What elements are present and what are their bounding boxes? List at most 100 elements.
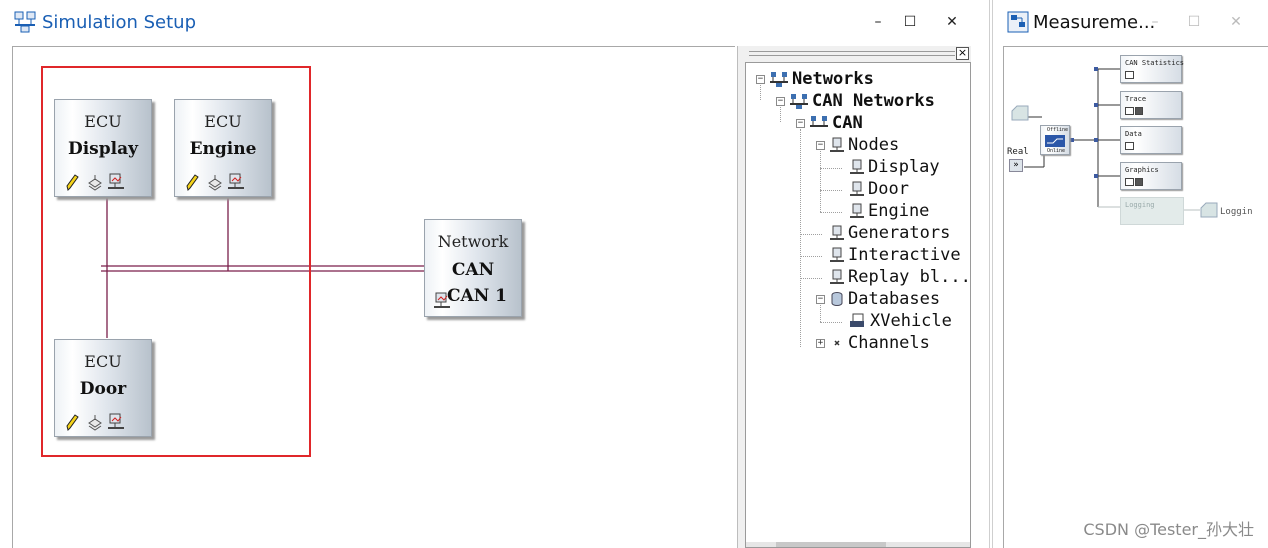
- block-title: Logging: [1125, 201, 1155, 209]
- network-can-block[interactable]: Network CAN CAN 1: [424, 219, 522, 317]
- tree-label: CAN: [832, 113, 863, 133]
- tree-item-generators[interactable]: Generators: [830, 222, 950, 244]
- ecu-engine-block[interactable]: ECU Engine: [174, 99, 272, 197]
- expand-databases[interactable]: −: [816, 295, 825, 304]
- ecu-display-block[interactable]: ECU Display: [54, 99, 152, 197]
- can-statistics-block[interactable]: CAN Statistics: [1120, 55, 1184, 83]
- network-tree[interactable]: − − − − − + Networks CAN Networks CAN No…: [745, 62, 971, 548]
- meas-window-title: Measureme...: [1033, 12, 1156, 33]
- tree-item-can[interactable]: CAN: [810, 112, 863, 134]
- tree-item-networks[interactable]: Networks: [770, 68, 874, 90]
- real-label: Real: [1007, 147, 1029, 157]
- network-setup-icon: [14, 11, 36, 33]
- graphics-block[interactable]: Graphics: [1120, 162, 1182, 190]
- scrollbar-thumb[interactable]: [776, 542, 886, 547]
- node-icon: [830, 137, 844, 152]
- measurement-connections: [1024, 67, 1200, 211]
- tree-label: Nodes: [848, 135, 900, 155]
- tree-item-can-networks[interactable]: CAN Networks: [790, 90, 935, 112]
- ecu-name-label: Display: [67, 139, 138, 159]
- offline-source-icon: [1011, 105, 1029, 121]
- window-icon: [1125, 107, 1134, 115]
- expand-networks[interactable]: −: [756, 75, 765, 84]
- ecu-door-block[interactable]: ECU Door: [54, 339, 152, 437]
- ecu-name-label: Engine: [189, 139, 257, 159]
- expand-channels[interactable]: +: [816, 339, 825, 348]
- sim-titlebar[interactable]: Simulation Setup – ☐ ✕: [0, 0, 989, 46]
- pencil-icon[interactable]: [185, 173, 199, 191]
- measurement-setup-window: Measureme... – ☐ ✕ Offline Online Real »…: [992, 0, 1268, 548]
- close-button[interactable]: ✕: [940, 10, 964, 34]
- ecu-type-label: ECU: [204, 112, 242, 131]
- node-network-icon[interactable]: [227, 173, 245, 191]
- expand-nodes[interactable]: −: [816, 141, 825, 150]
- node-network-icon[interactable]: [107, 413, 125, 431]
- tree-item-node-engine[interactable]: Engine: [850, 200, 929, 222]
- meas-titlebar[interactable]: Measureme... – ☐ ✕: [993, 0, 1268, 46]
- tree-panel-header[interactable]: ×: [743, 46, 971, 61]
- tree-label: XVehicle: [870, 311, 952, 331]
- expand-can[interactable]: −: [796, 119, 805, 128]
- expand-can-networks[interactable]: −: [776, 97, 785, 106]
- database-icon: [831, 292, 843, 306]
- tree-label: Databases: [848, 289, 941, 309]
- can-networks-icon: [790, 94, 808, 109]
- measurement-canvas[interactable]: Offline Online Real » CAN Statistics Tra…: [1003, 46, 1268, 548]
- tree-label: CAN Networks: [812, 91, 935, 111]
- tree-item-interactive[interactable]: Interactive: [830, 244, 961, 266]
- tree-item-db-xvehicle[interactable]: XVehicle: [850, 310, 952, 332]
- logging-file-label: Loggin: [1220, 207, 1253, 217]
- online-label: Online: [1047, 148, 1066, 154]
- tree-item-databases[interactable]: Databases: [830, 288, 940, 310]
- tree-item-node-door[interactable]: Door: [850, 178, 909, 200]
- window-icon: [1125, 178, 1134, 186]
- network-bus-label: CAN: [451, 260, 495, 280]
- tree-close-button[interactable]: ×: [956, 47, 969, 60]
- trace-block[interactable]: Trace: [1120, 91, 1182, 119]
- data-block[interactable]: Data: [1120, 126, 1182, 154]
- meas-minimize-button[interactable]: –: [1143, 10, 1167, 34]
- tree-horizontal-scrollbar[interactable]: [746, 542, 970, 547]
- tree-label: Display: [868, 157, 940, 177]
- switch-icon: [1045, 135, 1065, 147]
- online-offline-switch[interactable]: Offline Online: [1040, 125, 1070, 155]
- networks-icon: [770, 72, 788, 87]
- maximize-button[interactable]: ☐: [898, 10, 922, 34]
- config-icon: [1135, 107, 1143, 115]
- tree-label: Engine: [868, 201, 930, 221]
- panel-grip[interactable]: [749, 51, 955, 56]
- tree-item-channels[interactable]: Channels: [830, 332, 930, 354]
- pencil-icon[interactable]: [65, 173, 79, 191]
- tree-label: Generators: [848, 223, 951, 243]
- simulation-canvas[interactable]: ECU Display ECU Engine ECU Door Network …: [12, 46, 735, 548]
- meas-close-button[interactable]: ✕: [1224, 10, 1248, 34]
- meas-maximize-button[interactable]: ☐: [1182, 10, 1206, 34]
- dbc-file-icon: [850, 313, 864, 327]
- offline-label: Offline: [1047, 127, 1069, 133]
- channels-icon: [834, 340, 840, 346]
- stack-icon[interactable]: [87, 413, 103, 431]
- ecu-type-label: ECU: [84, 112, 122, 131]
- can-bus-icon: [810, 116, 828, 127]
- real-mode-button[interactable]: »: [1009, 159, 1023, 172]
- tree-item-nodes[interactable]: Nodes: [830, 134, 899, 156]
- minimize-button[interactable]: –: [866, 10, 890, 34]
- network-channel-label: CAN 1: [447, 286, 508, 306]
- tree-label: Networks: [792, 69, 874, 89]
- stack-icon[interactable]: [207, 173, 223, 191]
- node-network-icon[interactable]: [107, 173, 125, 191]
- tree-label: Channels: [848, 333, 930, 353]
- block-title: Data: [1125, 130, 1142, 138]
- window-icon: [1125, 142, 1134, 150]
- tree-item-node-display[interactable]: Display: [850, 156, 940, 178]
- network-type-label: Network: [437, 232, 509, 251]
- stack-icon[interactable]: [87, 173, 103, 191]
- pencil-icon[interactable]: [65, 413, 79, 431]
- tree-label: Replay bl...: [848, 267, 971, 287]
- tree-label: Interactive: [848, 245, 961, 265]
- tree-item-replay[interactable]: Replay bl...: [830, 266, 971, 288]
- logging-file-icon: [1200, 202, 1218, 218]
- interactive-icon: [830, 247, 844, 262]
- node-icon: [850, 159, 864, 174]
- logging-block[interactable]: Logging: [1120, 197, 1184, 225]
